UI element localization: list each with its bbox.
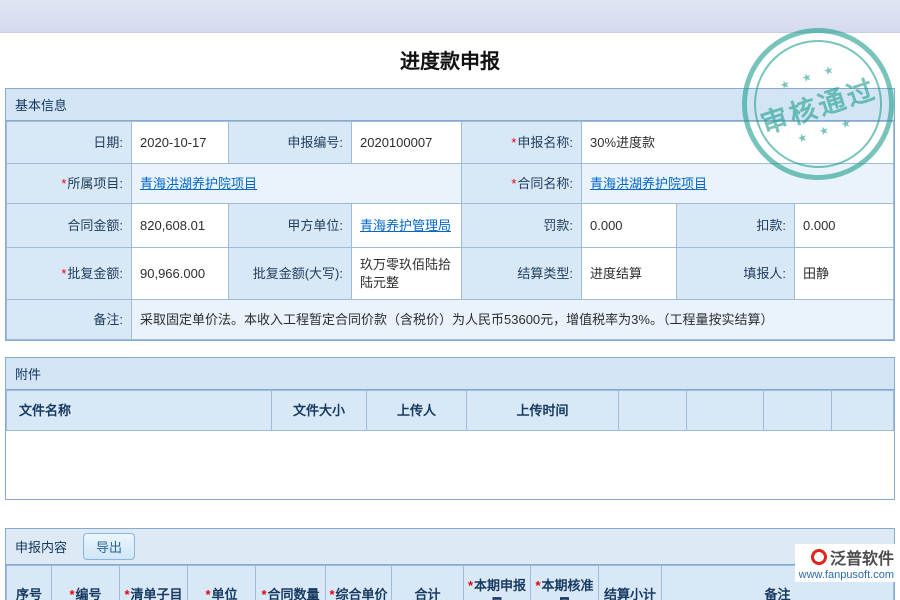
party-a-value: 青海养护管理局 <box>352 204 462 248</box>
deduction-value: 0.000 <box>795 204 894 248</box>
deduction-label: 扣款: <box>677 204 795 248</box>
vendor-logo: 泛普软件 www.fanpusoft.com <box>795 544 898 582</box>
attachments-col-empty <box>687 391 764 431</box>
vendor-logo-icon <box>811 549 827 565</box>
required-asterisk: * <box>468 578 473 593</box>
date-value: 2020-10-17 <box>132 122 229 164</box>
required-asterisk: * <box>261 587 266 600</box>
attachments-section: 附件 文件名称 文件大小 上传人 上传时间 <box>5 357 895 500</box>
attachments-empty-area <box>6 431 894 499</box>
remark-value: 采取固定单价法。本收入工程暂定合同价款（含税价）为人民币53600元，增值税率为… <box>132 300 894 340</box>
vendor-logo-name: 泛普软件 <box>830 545 894 569</box>
export-button[interactable]: 导出 <box>83 533 135 560</box>
preparer-value: 田静 <box>795 248 894 300</box>
declaration-col-current-declared: *本期申报量 <box>464 566 531 600</box>
declaration-col-code: *编号 <box>52 566 120 600</box>
remark-label: 备注: <box>7 300 132 340</box>
contract-name-value: 青海洪湖养护院项目 <box>582 164 894 204</box>
attachments-col-empty <box>832 391 894 431</box>
declaration-no-value: 2020100007 <box>352 122 462 164</box>
project-link[interactable]: 青海洪湖养护院项目 <box>140 176 257 191</box>
basic-info-section: 基本信息 日期: 2020-10-17 申报编号: 2020100007 *申报… <box>5 88 895 341</box>
declaration-col-current-approved: *本期核准量 <box>531 566 599 600</box>
attachments-col-file-size: 文件大小 <box>272 391 367 431</box>
date-label: 日期: <box>7 122 132 164</box>
declaration-col-seq: 序号 <box>7 566 52 600</box>
penalty-label: 罚款: <box>462 204 582 248</box>
declaration-col-unit: *单位 <box>188 566 256 600</box>
declaration-section-header: 申报内容 导出 <box>6 529 894 565</box>
approved-amount-label: *批复金额: <box>7 248 132 300</box>
declaration-col-settlement-subtotal: 结算小计 <box>599 566 662 600</box>
declaration-col-contract-qty: *合同数量 <box>256 566 326 600</box>
vendor-logo-row: 泛普软件 <box>799 545 894 569</box>
party-a-link[interactable]: 青海养护管理局 <box>360 218 451 233</box>
required-asterisk: * <box>329 587 334 600</box>
attachments-col-empty <box>619 391 687 431</box>
required-asterisk: * <box>511 176 516 191</box>
required-asterisk: * <box>61 266 66 281</box>
settlement-type-label: 结算类型: <box>462 248 582 300</box>
approved-amount-capital-label: 批复金额(大写): <box>229 248 352 300</box>
required-asterisk: * <box>205 587 210 600</box>
declaration-name-value: 30%进度款 <box>582 122 894 164</box>
party-a-label: 甲方单位: <box>229 204 352 248</box>
preparer-label: 填报人: <box>677 248 795 300</box>
declaration-section-title: 申报内容 <box>15 537 67 556</box>
vendor-logo-site: www.fanpusoft.com <box>799 569 894 581</box>
approved-amount-value: 90,966.000 <box>132 248 229 300</box>
attachments-section-title: 附件 <box>6 358 894 390</box>
page: 进度款申报 ★ ★ ★ 审核通过 ★ ★ ★ 基本信息 日期: 2020-10-… <box>0 0 900 600</box>
required-asterisk: * <box>535 578 540 593</box>
required-asterisk: * <box>69 587 74 600</box>
attachments-col-upload-time: 上传时间 <box>467 391 619 431</box>
required-asterisk: * <box>61 176 66 191</box>
project-value: 青海洪湖养护院项目 <box>132 164 462 204</box>
declaration-col-list-item: *清单子目 <box>120 566 188 600</box>
penalty-value: 0.000 <box>582 204 677 248</box>
page-title: 进度款申报 <box>0 45 900 74</box>
contract-name-label: *合同名称: <box>462 164 582 204</box>
contract-name-link[interactable]: 青海洪湖养护院项目 <box>590 176 707 191</box>
attachments-col-empty <box>764 391 832 431</box>
declaration-col-total: 合计 <box>392 566 464 600</box>
required-asterisk: * <box>124 587 129 600</box>
declaration-no-label: 申报编号: <box>229 122 352 164</box>
attachments-table: 文件名称 文件大小 上传人 上传时间 <box>6 390 894 431</box>
declaration-col-unit-price: *综合单价 <box>326 566 392 600</box>
top-bar <box>0 0 900 33</box>
declaration-section: 申报内容 导出 序号 *编号 *清单子目 *单位 *合同数量 *综合单价 合计 … <box>5 528 895 600</box>
contract-amount-value: 820,608.01 <box>132 204 229 248</box>
basic-info-table: 日期: 2020-10-17 申报编号: 2020100007 *申报名称: 3… <box>6 121 894 340</box>
attachments-col-file-name: 文件名称 <box>7 391 272 431</box>
attachments-col-uploader: 上传人 <box>367 391 467 431</box>
required-asterisk: * <box>511 135 516 150</box>
approved-amount-capital-value: 玖万零玖佰陆拾陆元整 <box>352 248 462 300</box>
declaration-table: 序号 *编号 *清单子目 *单位 *合同数量 *综合单价 合计 *本期申报量 *… <box>6 565 894 600</box>
declaration-name-label: *申报名称: <box>462 122 582 164</box>
project-label: *所属项目: <box>7 164 132 204</box>
basic-info-section-title: 基本信息 <box>6 89 894 121</box>
settlement-type-value: 进度结算 <box>582 248 677 300</box>
contract-amount-label: 合同金额: <box>7 204 132 248</box>
